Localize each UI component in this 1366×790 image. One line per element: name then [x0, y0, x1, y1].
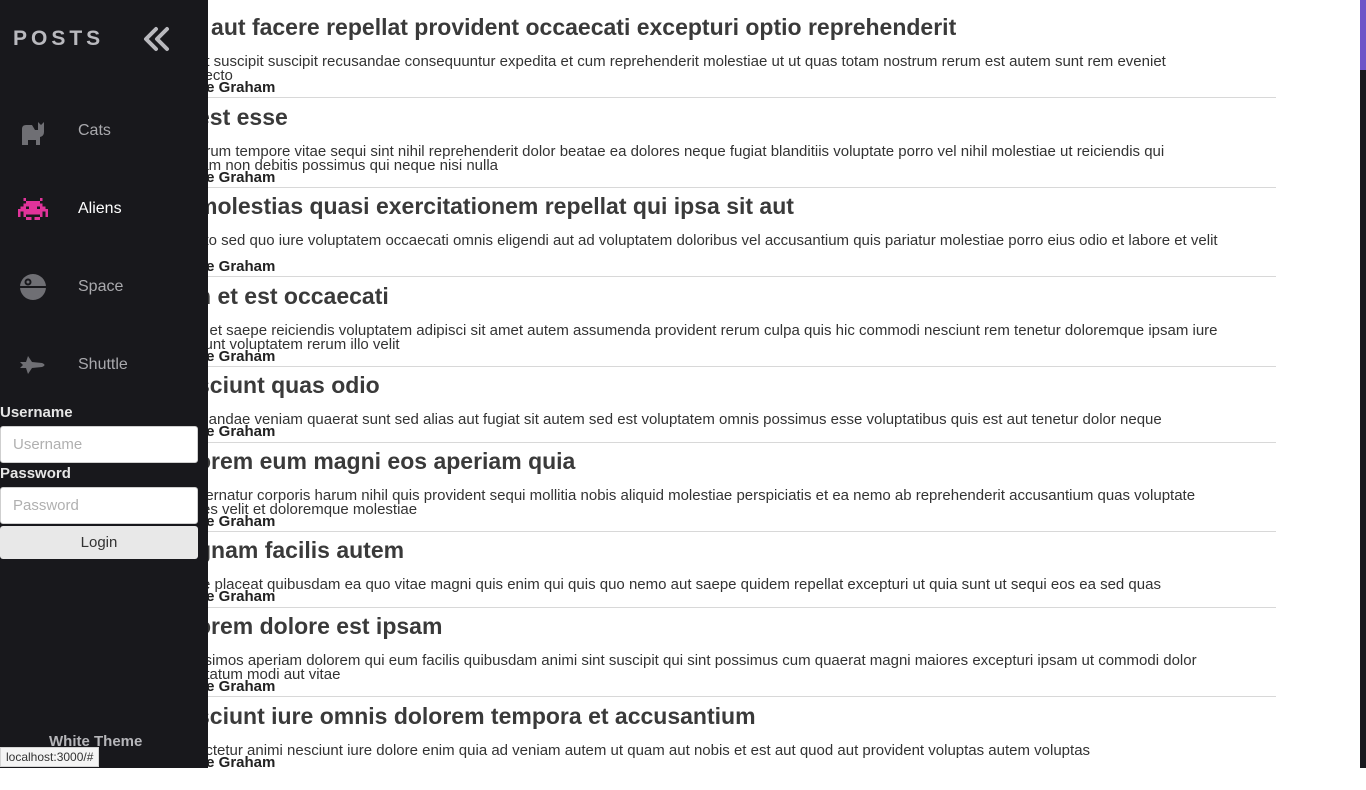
status-bar-url: localhost:3000/#: [0, 747, 100, 767]
post-body: ectetur animi nesciunt iure dolore enim …: [197, 742, 1091, 759]
post-title[interactable]: n et est occaecati: [197, 283, 389, 309]
post-item[interactable]: t aut facere repellat provident occaecat…: [197, 0, 1276, 98]
post-body: diandae veniam quaerat sunt sed alias au…: [197, 411, 1162, 428]
sidebar-item-space[interactable]: Space: [0, 258, 208, 318]
post-author: ne Graham: [197, 678, 276, 695]
post-title[interactable]: molestias quasi exercitationem repellat …: [197, 193, 794, 219]
sidebar-item-label: Shuttle: [78, 356, 128, 373]
post-title[interactable]: t aut facere repellat provident occaecat…: [197, 14, 956, 40]
sidebar-title: POSTS: [13, 27, 105, 50]
post-title[interactable]: gnam facilis autem: [197, 537, 404, 563]
post-author: ne Graham: [197, 258, 276, 275]
password-field[interactable]: [0, 487, 198, 524]
login-button[interactable]: Login: [0, 526, 198, 559]
sidebar-item-label: Space: [78, 278, 124, 295]
post-author: ne Graham: [197, 169, 276, 186]
cat-icon: [18, 116, 48, 146]
post-item[interactable]: n et est occaecati n et saepe reiciendis…: [197, 277, 1276, 367]
scrollbar-thumb[interactable]: [1360, 0, 1366, 70]
post-title[interactable]: sciunt quas odio: [197, 372, 380, 398]
post-item[interactable]: est esse erum tempore vitae sequi sint n…: [197, 98, 1276, 188]
sidebar: POSTS Cats Aliens Space Shuttle Username…: [0, 0, 208, 768]
post-body: sto sed quo iure voluptatem occaecati om…: [197, 232, 1218, 249]
double-chevron-left-icon: [144, 27, 169, 51]
username-label: Username: [0, 404, 73, 421]
post-author: ne Graham: [197, 79, 276, 96]
sidebar-item-label: Cats: [78, 122, 111, 139]
sidebar-item-aliens[interactable]: Aliens: [0, 180, 208, 240]
post-author: ne Graham: [197, 348, 276, 365]
post-body: erum tempore vitae sequi sint nihil repr…: [197, 143, 1165, 174]
spaceship-icon: [18, 350, 48, 380]
post-item[interactable]: sciunt quas odio diandae veniam quaerat …: [197, 367, 1276, 443]
post-item[interactable]: sciunt iure omnis dolorem tempora et acc…: [197, 697, 1276, 768]
collapse-sidebar-button[interactable]: [142, 24, 172, 54]
post-list: t aut facere repellat provident occaecat…: [197, 0, 1276, 768]
post-item[interactable]: molestias quasi exercitationem repellat …: [197, 188, 1276, 277]
post-author: ne Graham: [197, 588, 276, 605]
password-label: Password: [0, 465, 71, 482]
post-author: ne Graham: [197, 513, 276, 530]
post-title[interactable]: sciunt iure omnis dolorem tempora et acc…: [197, 703, 756, 729]
space-invader-icon: [18, 194, 48, 224]
post-item[interactable]: orem eum magni eos aperiam quia pernatur…: [197, 443, 1276, 532]
post-item[interactable]: orem dolore est ipsam ssimos aperiam dol…: [197, 608, 1276, 697]
post-author: ne Graham: [197, 754, 276, 769]
post-body: et suscipit suscipit recusandae consequu…: [197, 53, 1166, 84]
post-title[interactable]: orem dolore est ipsam: [197, 613, 442, 639]
page-scrollbar[interactable]: [1360, 0, 1366, 768]
post-item[interactable]: gnam facilis autem re placeat quibusdam …: [197, 532, 1276, 608]
post-body: ssimos aperiam dolorem qui eum facilis q…: [197, 652, 1197, 683]
sidebar-item-label: Aliens: [78, 200, 122, 217]
username-field[interactable]: [0, 426, 198, 463]
death-star-icon: [18, 272, 48, 302]
sidebar-item-shuttle[interactable]: Shuttle: [0, 336, 208, 396]
post-title[interactable]: est esse: [197, 104, 288, 130]
post-body: pernatur corporis harum nihil quis provi…: [197, 487, 1196, 518]
post-author: ne Graham: [197, 423, 276, 440]
post-body: n et saepe reiciendis voluptatem adipisc…: [197, 322, 1218, 353]
sidebar-item-cats[interactable]: Cats: [0, 102, 208, 162]
post-title[interactable]: orem eum magni eos aperiam quia: [197, 448, 575, 474]
post-body: re placeat quibusdam ea quo vitae magni …: [197, 576, 1161, 593]
